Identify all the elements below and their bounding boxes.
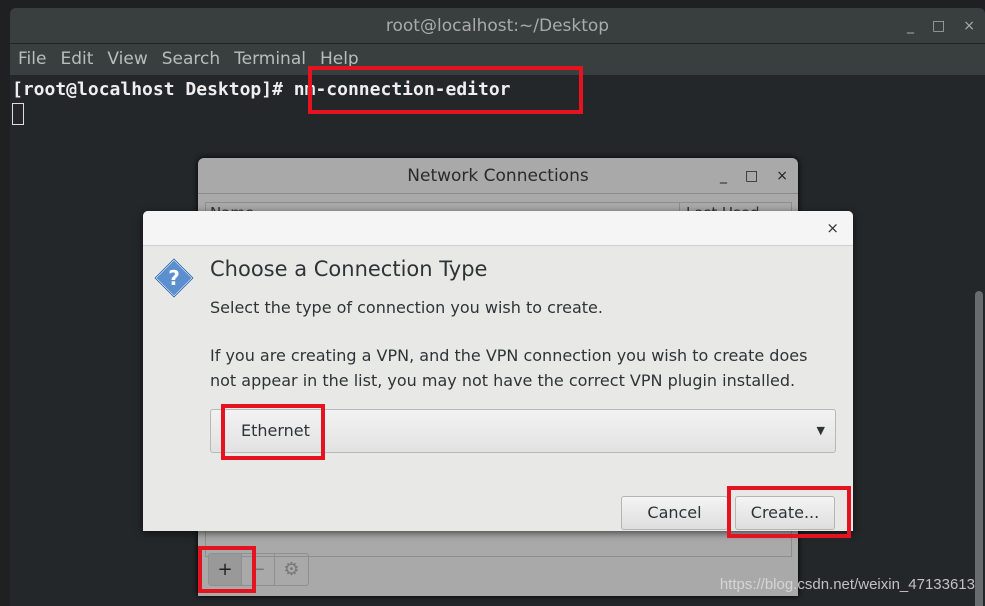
menu-terminal[interactable]: Terminal — [234, 44, 306, 75]
terminal-titlebar: root@localhost:~/Desktop _ □ × — [10, 8, 985, 44]
maximize-button[interactable]: □ — [932, 8, 945, 44]
prompt: [root@localhost Desktop]# — [12, 79, 283, 100]
dialog-text-vpn: If you are creating a VPN, and the VPN c… — [210, 346, 808, 390]
watermark: https://blog.csdn.net/weixin_47133613 — [719, 576, 975, 593]
cursor — [12, 103, 24, 125]
close-button[interactable]: × — [963, 8, 975, 44]
dialog-heading: Choose a Connection Type — [210, 257, 488, 281]
maximize-button[interactable]: □ — [745, 158, 758, 194]
dialog-text-select: Select the type of connection you wish t… — [210, 298, 603, 317]
minimize-button[interactable]: _ — [907, 8, 914, 44]
highlight-command — [308, 66, 583, 114]
terminal-title: root@localhost:~/Desktop — [385, 16, 610, 36]
minimize-button[interactable]: _ — [720, 158, 727, 194]
connection-type-dialog: × ? Choose a Connection Type Select the … — [143, 211, 853, 531]
dialog-close-button[interactable]: × — [826, 219, 839, 237]
question-icon: ? — [153, 257, 195, 299]
svg-text:?: ? — [168, 266, 180, 290]
menu-edit[interactable]: Edit — [60, 44, 93, 75]
chevron-down-icon: ▼ — [816, 424, 825, 437]
menu-view[interactable]: View — [107, 44, 147, 75]
highlight-add — [198, 546, 256, 593]
menu-file[interactable]: File — [18, 44, 46, 75]
close-button[interactable]: × — [776, 158, 788, 194]
settings-button[interactable]: ⚙ — [275, 554, 308, 585]
highlight-ethernet — [221, 404, 325, 460]
scrollbar[interactable] — [975, 291, 983, 606]
menu-search[interactable]: Search — [162, 44, 220, 75]
highlight-create — [727, 486, 851, 538]
network-window-title: Network Connections — [407, 166, 589, 186]
cancel-button[interactable]: Cancel — [621, 496, 728, 530]
